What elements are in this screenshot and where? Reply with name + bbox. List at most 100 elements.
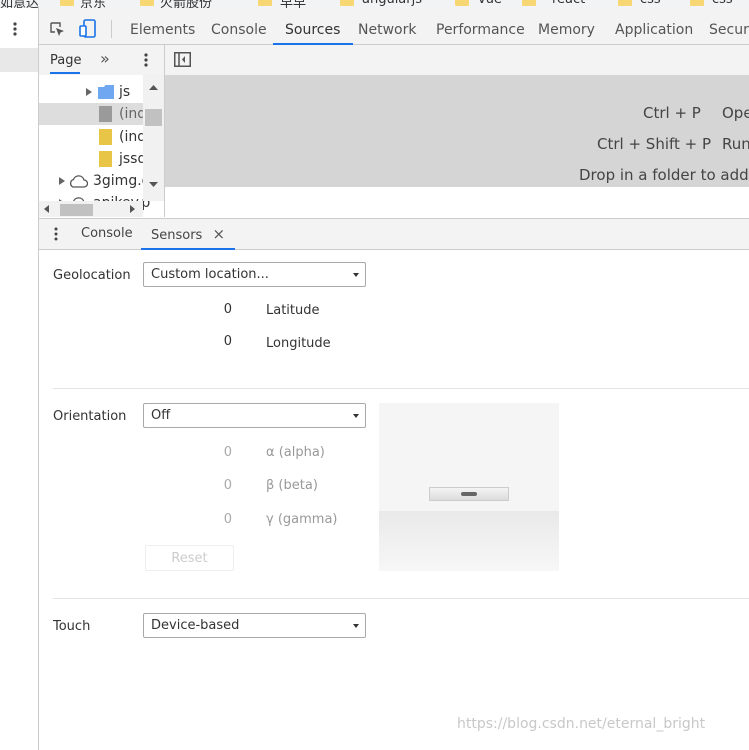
page-strip <box>0 8 39 750</box>
folder-icon <box>340 0 354 6</box>
tab-console[interactable]: Console <box>211 8 267 44</box>
tree-item-label: 3gimg.q <box>93 173 151 189</box>
bookmark[interactable]: angularjs <box>362 0 422 7</box>
shortcut-keys: Ctrl + Shift + P <box>597 135 712 153</box>
folder-icon <box>98 85 114 99</box>
tab-sources[interactable]: Sources <box>272 8 354 45</box>
tab-security[interactable]: Securit <box>709 8 749 44</box>
tab-application[interactable]: Application <box>615 8 693 44</box>
scroll-up-icon[interactable] <box>149 85 158 90</box>
scroll-left-icon[interactable] <box>44 205 49 213</box>
device-toolbar-icon[interactable] <box>79 19 97 38</box>
bookmark[interactable]: css <box>712 0 733 7</box>
device-notch <box>461 492 477 496</box>
reset-button[interactable]: Reset <box>145 545 234 571</box>
file-tree: js (ind (ind jssd 3gimg.q apikey.p <box>39 75 165 217</box>
navigator-header: Page » <box>39 45 165 76</box>
tree-item-label: js <box>119 84 131 100</box>
drawer-tab-label: Sensors <box>151 228 203 243</box>
drawer-tab-console[interactable]: Console <box>81 219 133 249</box>
gamma-input[interactable]: 0 <box>182 512 232 527</box>
alpha-input[interactable]: 0 <box>182 445 232 460</box>
drawer-menu-icon[interactable] <box>54 227 58 241</box>
toolbar-divider <box>111 20 112 38</box>
beta-label: β (beta) <box>266 478 318 493</box>
horizontal-scrollbar[interactable] <box>39 201 143 217</box>
longitude-label: Longitude <box>266 336 331 351</box>
shortcut-action: Run <box>722 135 749 153</box>
navigator-menu-icon[interactable] <box>144 53 148 67</box>
touch-select[interactable]: Device-based <box>143 613 366 638</box>
beta-input[interactable]: 0 <box>182 478 232 493</box>
more-tabs-button[interactable]: » <box>100 45 110 75</box>
chevron-down-icon <box>353 414 359 418</box>
latitude-label: Latitude <box>266 303 320 318</box>
devtools-panel: Elements Console Sources Network Perform… <box>39 8 749 750</box>
alpha-label: α (alpha) <box>266 445 325 460</box>
orientation-preview <box>379 403 559 571</box>
editor-placeholder: Ctrl + P Ope Ctrl + Shift + P Run Drop i… <box>165 75 749 187</box>
tab-memory[interactable]: Memory <box>538 8 595 44</box>
select-value: Custom location... <box>151 267 269 282</box>
file-icon <box>99 106 112 122</box>
bookmarks-bar: 如意达 京东 火箭股份 早早 angularjs vue react css c… <box>0 0 749 8</box>
inspect-element-icon[interactable] <box>49 21 65 37</box>
editor-header <box>165 45 749 76</box>
geolocation-select[interactable]: Custom location... <box>143 262 366 287</box>
folder-icon <box>140 0 154 6</box>
gamma-label: γ (gamma) <box>266 512 338 527</box>
drawer-tab-sensors[interactable]: Sensors × <box>140 219 236 250</box>
more-icon[interactable] <box>13 22 17 36</box>
longitude-input[interactable]: 0 <box>182 334 232 349</box>
orientation-select[interactable]: Off <box>143 403 366 428</box>
watermark: https://blog.csdn.net/eternal_bright <box>457 716 706 732</box>
folder-icon <box>522 0 536 6</box>
preview-floor <box>379 511 559 571</box>
tab-elements[interactable]: Elements <box>130 8 195 44</box>
bookmark[interactable]: react <box>552 0 585 7</box>
chevron-down-icon <box>353 273 359 277</box>
scrollbar-thumb[interactable] <box>60 204 93 216</box>
shortcut-keys: Ctrl + P <box>643 104 701 122</box>
touch-label: Touch <box>53 619 91 634</box>
folder-icon <box>258 0 272 6</box>
select-value: Device-based <box>151 618 240 633</box>
bookmark[interactable]: 如意达 <box>0 0 39 8</box>
main-toolbar: Elements Console Sources Network Perform… <box>39 8 749 45</box>
section-divider <box>53 598 749 599</box>
file-icon <box>99 151 112 167</box>
toggle-navigator-icon[interactable] <box>174 52 191 67</box>
page-strip-highlight <box>0 48 38 72</box>
bookmark[interactable]: 早早 <box>280 0 306 8</box>
expand-arrow-icon[interactable] <box>86 88 92 96</box>
folder-icon <box>60 0 74 6</box>
tab-performance[interactable]: Performance <box>436 8 525 44</box>
bookmark[interactable]: css <box>640 0 661 7</box>
vertical-scrollbar[interactable] <box>143 75 164 201</box>
scrollbar-thumb[interactable] <box>145 109 162 126</box>
chevron-down-icon <box>353 624 359 628</box>
tab-network[interactable]: Network <box>358 8 416 44</box>
bookmark[interactable]: vue <box>478 0 502 7</box>
scroll-right-icon[interactable] <box>130 205 135 213</box>
orientation-label: Orientation <box>53 409 127 424</box>
folder-icon <box>690 0 704 6</box>
close-icon[interactable]: × <box>212 225 225 243</box>
scroll-down-icon[interactable] <box>149 182 158 187</box>
folder-icon <box>618 0 632 6</box>
shortcut-action: Ope <box>722 104 749 122</box>
latitude-input[interactable]: 0 <box>182 302 232 317</box>
drop-folder-hint: Drop in a folder to add t <box>579 166 749 184</box>
select-value: Off <box>151 408 171 423</box>
bookmark[interactable]: 京东 <box>80 0 106 8</box>
file-icon <box>99 129 112 145</box>
tab-page[interactable]: Page <box>50 45 81 75</box>
drawer-toolbar: Console Sensors × <box>39 218 749 250</box>
bookmark[interactable]: 火箭股份 <box>160 0 212 8</box>
cloud-icon <box>69 175 88 188</box>
geolocation-label: Geolocation <box>53 268 131 283</box>
device-model <box>429 487 509 501</box>
expand-arrow-icon[interactable] <box>59 177 65 185</box>
tab-page-underline <box>50 72 80 74</box>
folder-icon <box>455 0 469 6</box>
